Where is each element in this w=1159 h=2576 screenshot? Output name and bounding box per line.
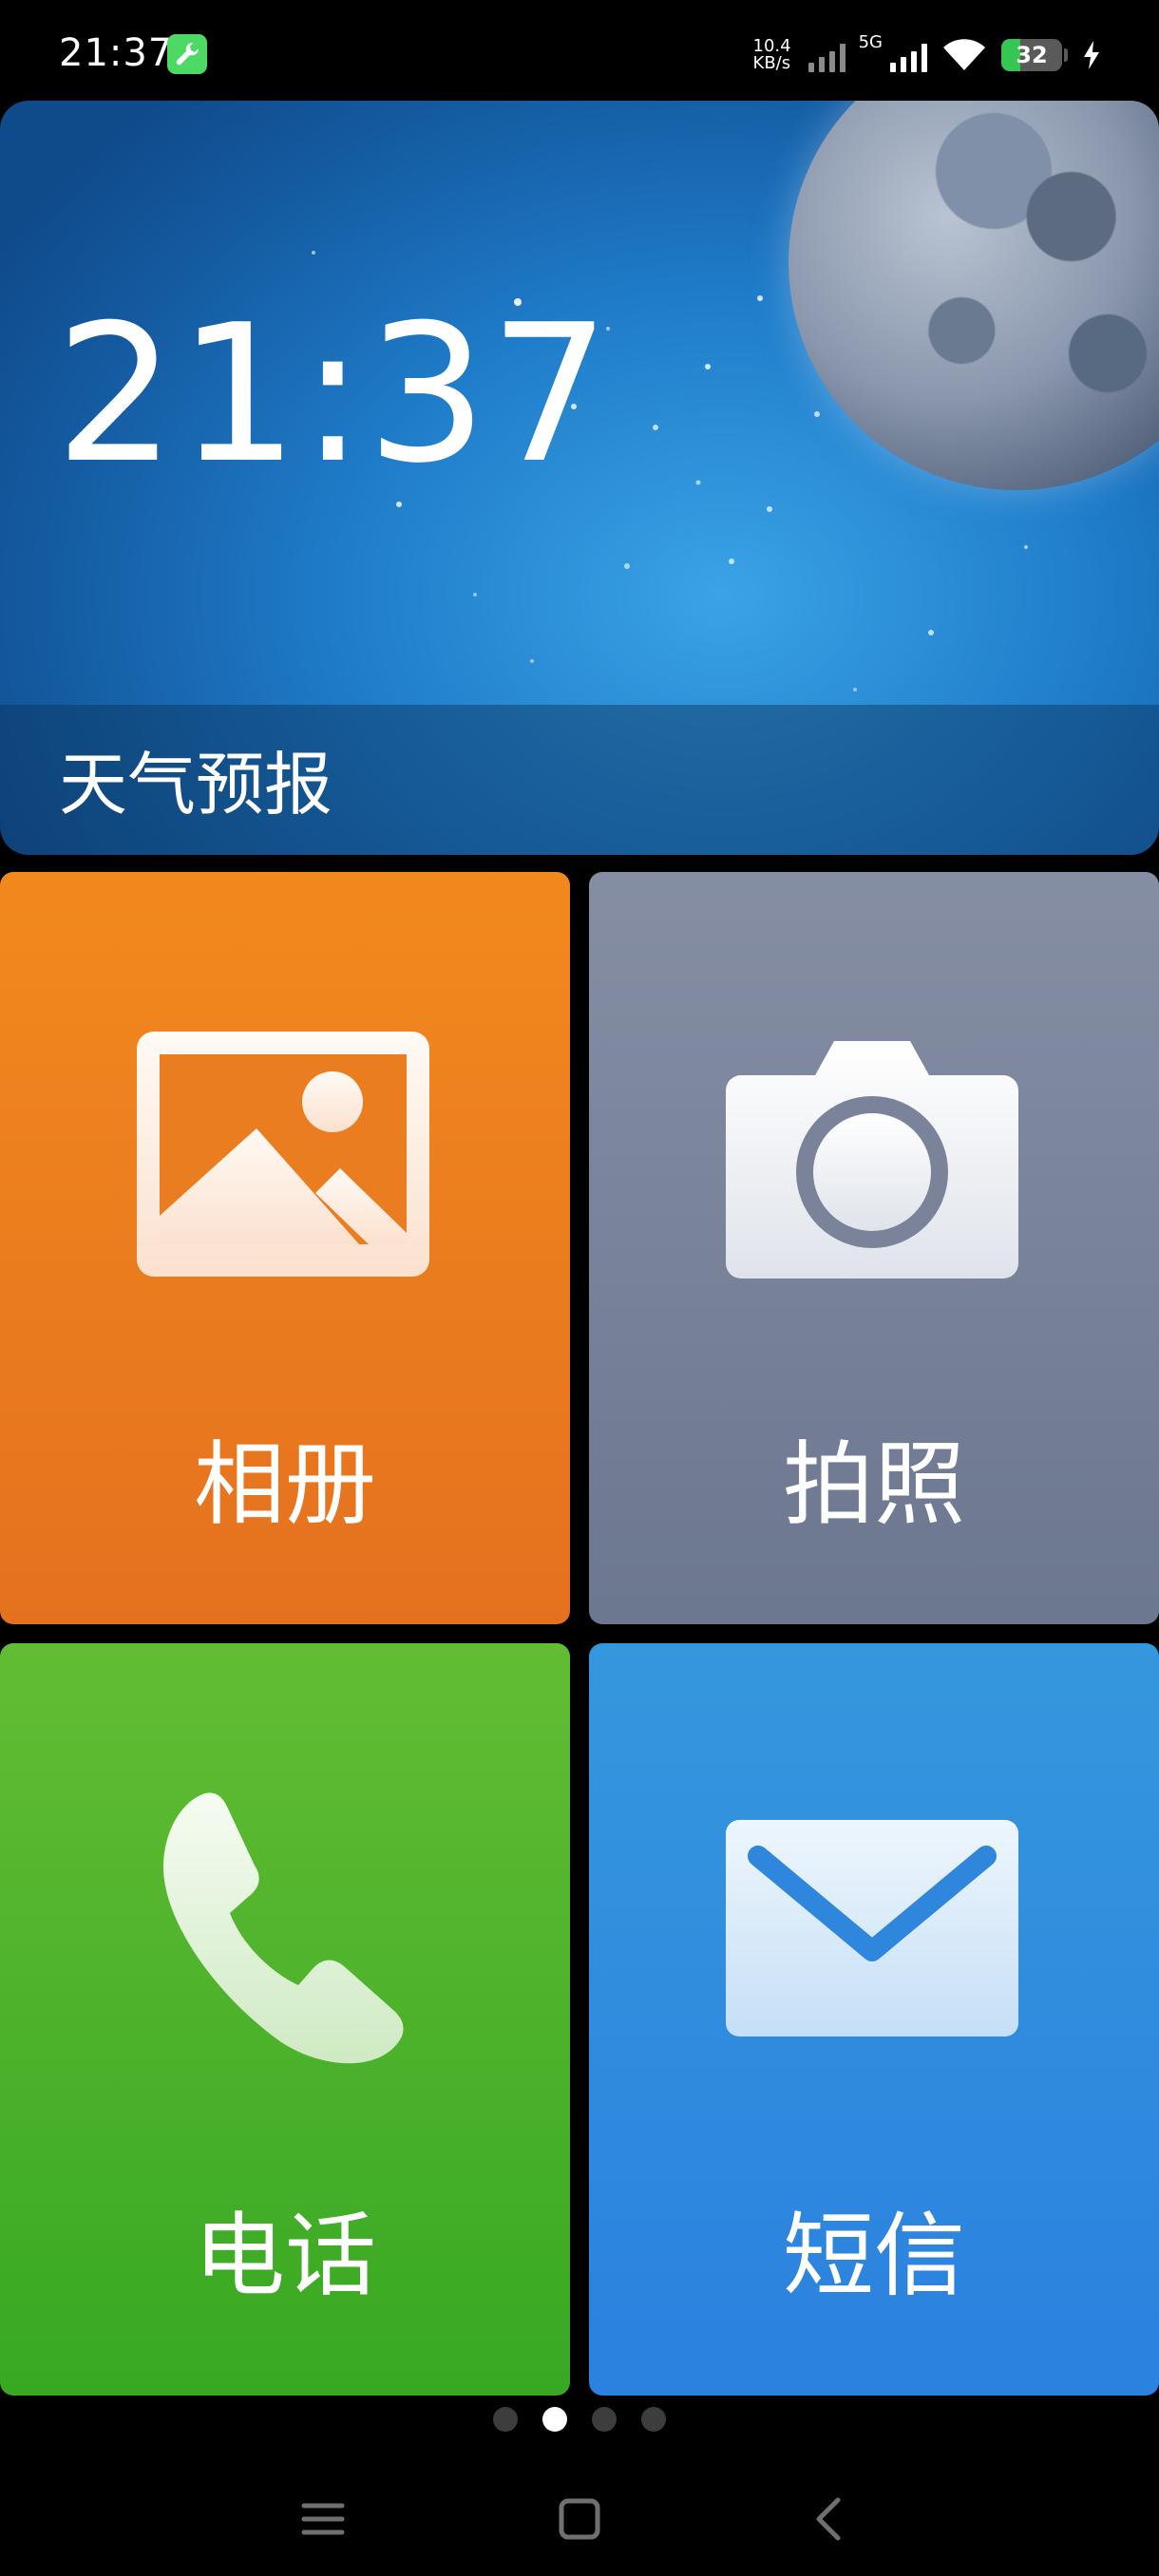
camera-icon	[724, 1037, 1020, 1280]
gallery-label: 相册	[194, 1431, 376, 1538]
battery-tip	[1064, 48, 1068, 62]
home-icon[interactable]	[542, 2481, 618, 2557]
page-indicator	[0, 2407, 1159, 2435]
battery-icon: 32	[1001, 39, 1062, 71]
page-dot[interactable]	[592, 2407, 617, 2432]
signal-icon	[808, 38, 846, 72]
signal-5g-icon	[890, 38, 927, 72]
message-tile[interactable]: 短信	[589, 1643, 1159, 2396]
net-speed-unit: KB/s	[752, 53, 791, 73]
wifi-icon	[940, 36, 988, 74]
battery-level: 32	[1016, 42, 1048, 68]
phone-icon	[158, 1786, 414, 2071]
weather-label: 天气预报	[59, 745, 333, 824]
network-type: 5G	[858, 31, 883, 52]
back-icon[interactable]	[792, 2481, 868, 2557]
page-dot[interactable]	[493, 2407, 518, 2432]
status-bar: 21:37 10.4 KB/s 5G 32	[0, 0, 1159, 101]
weather-clock: 21:37	[55, 284, 613, 505]
status-time: 21:37	[59, 31, 174, 75]
weather-card[interactable]: 21:37 天气预报	[0, 101, 1159, 855]
camera-label: 拍照	[783, 1431, 965, 1538]
net-speed: 10.4 KB/s	[753, 38, 791, 72]
gallery-icon	[135, 1030, 431, 1279]
wrench-icon	[167, 34, 207, 74]
message-icon	[724, 1818, 1020, 2038]
status-icons: 10.4 KB/s 5G 32	[753, 28, 1102, 82]
phone-tile[interactable]: 电话	[0, 1643, 570, 2396]
camera-tile[interactable]: 拍照	[589, 872, 1159, 1624]
weather-label-bar: 天气预报	[0, 705, 1159, 855]
menu-icon[interactable]	[285, 2481, 361, 2557]
message-label: 短信	[783, 2203, 965, 2309]
navigation-bar	[0, 2460, 1159, 2576]
phone-label: 电话	[194, 2203, 376, 2309]
charging-icon	[1081, 39, 1102, 71]
gallery-tile[interactable]: 相册	[0, 872, 570, 1624]
page-dot[interactable]	[542, 2407, 567, 2432]
page-dot[interactable]	[641, 2407, 666, 2432]
